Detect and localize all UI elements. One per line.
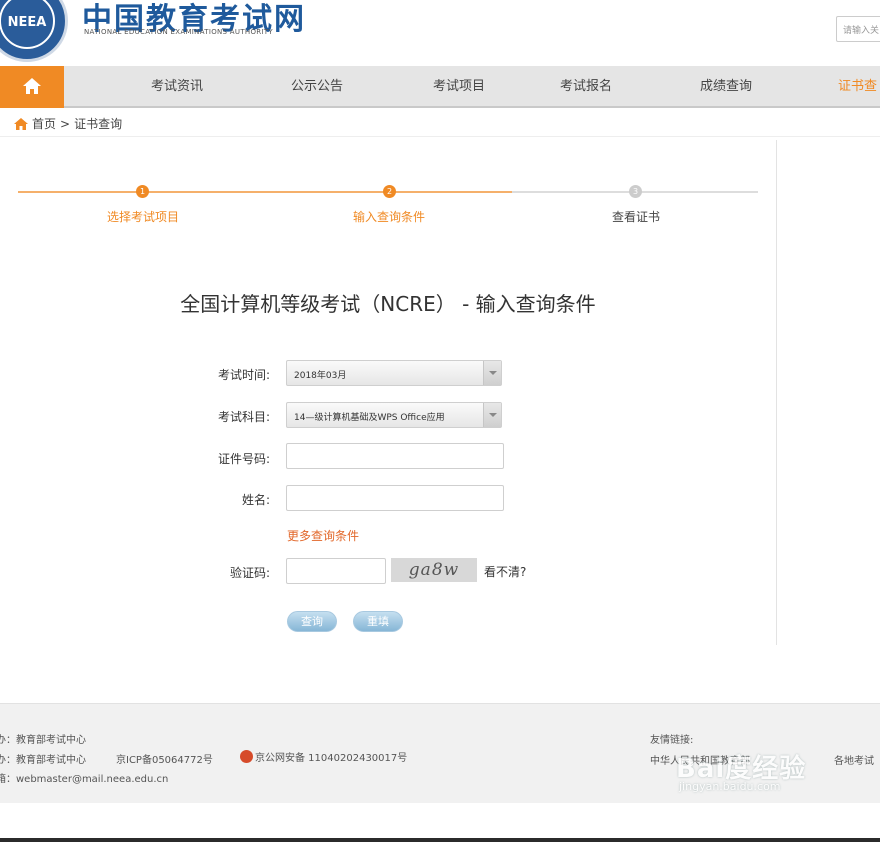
name-label: 姓名: xyxy=(241,493,270,507)
captcha-refresh-link[interactable]: 看不清? xyxy=(484,563,526,580)
step-3-label: 查看证书 xyxy=(611,210,660,224)
footer-police-text: 京公网安备 11040202430017号 xyxy=(255,753,408,764)
nav-item-exam-projects[interactable]: 考试项目 xyxy=(400,66,518,108)
exam-time-select[interactable]: 2018年03月 xyxy=(286,360,502,386)
id-number-label: 证件号码: xyxy=(217,452,270,466)
nav-item-registration[interactable]: 考试报名 xyxy=(527,66,645,108)
subject-value: 14—级计算机基础及WPS Office应用 xyxy=(294,413,445,423)
logo-text: NEEA xyxy=(0,0,55,49)
watermark-url: jingyan.baidu.com xyxy=(679,780,781,793)
exam-time-label: 考试时间: xyxy=(217,368,270,382)
subject-select[interactable]: 14—级计算机基础及WPS Office应用 xyxy=(286,402,502,428)
neea-logo[interactable]: NEEA xyxy=(0,0,68,62)
step-3-dot: 3 xyxy=(629,185,642,198)
id-number-field[interactable] xyxy=(286,443,504,469)
chevron-down-icon[interactable] xyxy=(483,361,501,385)
footer-host: 主办：教育部考试中心 xyxy=(0,735,86,746)
more-conditions-link[interactable]: 更多查询条件 xyxy=(287,527,359,544)
step-progress-done xyxy=(18,191,512,193)
captcha-field[interactable] xyxy=(286,558,386,584)
home-icon xyxy=(14,117,28,130)
page-title: 全国计算机等级考试（NCRE） - 输入查询条件 xyxy=(180,292,596,316)
query-button[interactable]: 查询 xyxy=(287,611,337,632)
divider xyxy=(0,136,880,137)
captcha-label: 验证码: xyxy=(229,566,270,580)
captcha-image[interactable]: ga8w xyxy=(391,558,477,582)
reset-button[interactable]: 重填 xyxy=(353,611,403,632)
friend-links-title: 友情链接: xyxy=(650,735,694,746)
nav-item-announcements[interactable]: 公示公告 xyxy=(258,66,376,108)
main-nav: 考试资讯 公示公告 考试项目 考试报名 成绩查询 证书查 xyxy=(0,66,880,108)
nav-item-certificate-query[interactable]: 证书查 xyxy=(838,66,880,108)
breadcrumb-home[interactable]: 首页 xyxy=(32,115,56,132)
step-1-dot: 1 xyxy=(136,185,149,198)
friend-link-local[interactable]: 各地考试 xyxy=(834,752,874,767)
nav-item-score-query[interactable]: 成绩查询 xyxy=(667,66,785,108)
site-subtitle: NATIONAL EDUCATION EXAMINATIONS AUTHORIT… xyxy=(84,28,273,36)
police-badge-icon xyxy=(240,750,253,763)
step-2-label: 输入查询条件 xyxy=(352,210,425,224)
subject-label: 考试科目: xyxy=(217,410,270,424)
breadcrumb-separator: > xyxy=(60,116,71,131)
nav-home-button[interactable] xyxy=(0,66,64,108)
step-2-dot: 2 xyxy=(383,185,396,198)
nav-item-exam-news[interactable]: 考试资讯 xyxy=(118,66,236,108)
chevron-down-icon[interactable] xyxy=(483,403,501,427)
search-input[interactable]: 请输入关 xyxy=(836,16,880,42)
breadcrumb-current: 证书查询 xyxy=(74,117,123,131)
footer-organizer: 承办：教育部考试中心 xyxy=(0,755,86,766)
step-1-label: 选择考试项目 xyxy=(106,210,179,224)
footer-icp[interactable]: 京ICP备05064772号 xyxy=(116,751,213,766)
breadcrumb: 首页 > 证书查询 xyxy=(14,115,122,132)
site-header: NEEA 中国教育考试网 NATIONAL EDUCATION EXAMINAT… xyxy=(0,0,880,66)
footer-email[interactable]: 邮箱：webmaster@mail.neea.edu.cn xyxy=(0,770,168,785)
exam-time-value: 2018年03月 xyxy=(294,371,347,381)
footer-police-record[interactable]: 京公网安备 11040202430017号 xyxy=(240,749,407,764)
divider xyxy=(776,140,777,645)
bottom-bar xyxy=(0,838,880,842)
name-field[interactable] xyxy=(286,485,504,511)
home-icon xyxy=(23,78,41,94)
